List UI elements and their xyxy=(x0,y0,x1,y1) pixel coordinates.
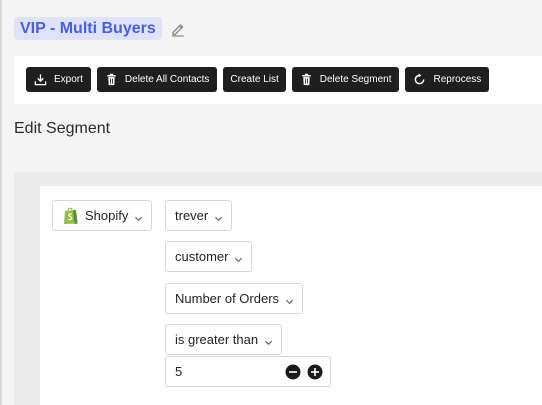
value-number-input[interactable]: 5 xyxy=(165,356,331,387)
operator-select[interactable]: is greater than xyxy=(165,324,283,355)
quantity-stepper xyxy=(285,364,323,380)
chevron-down-icon xyxy=(134,211,143,222)
delete-segment-button[interactable]: Delete Segment xyxy=(291,67,400,92)
segment-title: VIP - Multi Buyers xyxy=(14,17,162,40)
section-heading: Edit Segment xyxy=(14,120,111,137)
segment-editor-panel: Shopify trever customer Number of Orders xyxy=(14,172,542,405)
trash-icon xyxy=(107,73,116,86)
entity-value: customer xyxy=(175,249,229,264)
chevron-down-icon xyxy=(285,294,294,305)
download-icon xyxy=(34,74,47,86)
action-toolbar: Export Delete All Contacts Create List D… xyxy=(26,67,490,92)
delete-segment-label: Delete Segment xyxy=(319,74,392,85)
delete-all-contacts-label: Delete All Contacts xyxy=(124,74,210,85)
refresh-icon xyxy=(415,73,425,85)
condition-card: Shopify trever customer Number of Orders xyxy=(40,186,542,405)
reprocess-button[interactable]: Reprocess xyxy=(405,67,490,92)
plus-circle-icon[interactable] xyxy=(307,364,323,380)
chevron-down-icon xyxy=(264,335,273,346)
window-left-border xyxy=(0,0,2,405)
minus-circle-icon[interactable] xyxy=(285,364,301,380)
source-value: Shopify xyxy=(85,208,129,223)
segment-title-row: VIP - Multi Buyers xyxy=(14,17,186,40)
export-label: Export xyxy=(54,74,83,85)
chevron-down-icon xyxy=(234,252,243,263)
field-value: Number of Orders xyxy=(175,291,280,306)
chevron-down-icon xyxy=(214,211,223,222)
field-select[interactable]: Number of Orders xyxy=(165,283,304,314)
create-list-button[interactable]: Create List xyxy=(223,67,286,92)
source-select[interactable]: Shopify xyxy=(52,200,153,231)
export-button[interactable]: Export xyxy=(26,67,91,92)
value-text: 5 xyxy=(175,364,183,379)
shopify-icon xyxy=(62,206,80,225)
trash-icon xyxy=(302,73,311,86)
operator-value: is greater than xyxy=(175,332,259,347)
toolbar-card: Export Delete All Contacts Create List D… xyxy=(14,56,542,104)
store-value: trever xyxy=(175,208,209,223)
pencil-icon[interactable] xyxy=(170,21,186,37)
store-select[interactable]: trever xyxy=(165,200,233,231)
reprocess-label: Reprocess xyxy=(433,74,482,85)
delete-all-contacts-button[interactable]: Delete All Contacts xyxy=(96,67,218,92)
create-list-label: Create List xyxy=(230,74,279,85)
entity-select[interactable]: customer xyxy=(165,241,253,272)
